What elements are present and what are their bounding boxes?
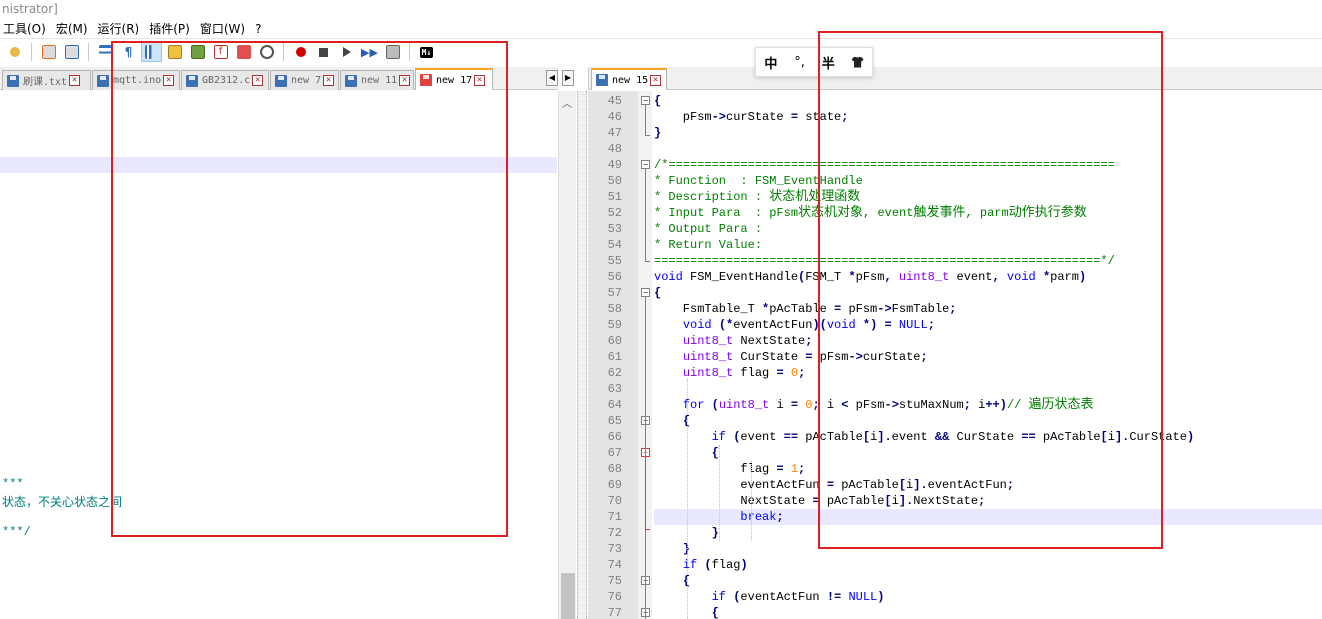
tab-shuake-txt[interactable]: 刷课.txt ✕ [2, 70, 91, 90]
left-vertical-scrollbar[interactable]: ︿ [558, 91, 576, 619]
line-number: 63 [607, 382, 622, 396]
line-number: 47 [607, 126, 622, 140]
fold-toggle-icon[interactable]: − [641, 96, 650, 105]
line-number: 45 [607, 94, 622, 108]
tab-label: new 15 [612, 74, 649, 86]
code-text: { [682, 574, 691, 588]
fold-end [645, 529, 650, 530]
line-number: 54 [607, 238, 622, 252]
annotation-box-right [818, 31, 1163, 549]
line-number: 69 [607, 478, 622, 492]
left-comment-line: 状态，不关心状态之间 [2, 495, 123, 509]
line-number: 58 [607, 302, 622, 316]
indent-guide [687, 379, 688, 619]
tab-label: 刷课.txt [23, 77, 68, 88]
code-line[interactable]: 74 if (flag) [588, 557, 1322, 573]
line-number: 46 [607, 110, 622, 124]
tab-scroll-right-icon[interactable]: ▶ [562, 70, 574, 86]
saved-file-icon [7, 74, 19, 87]
scroll-thumb[interactable] [561, 573, 575, 619]
line-number: 72 [607, 526, 622, 540]
line-number: 56 [607, 270, 622, 284]
tab-new-15[interactable]: new 15 ✕ [591, 68, 667, 90]
fold-toggle-icon[interactable]: − [641, 160, 650, 169]
line-number: 76 [607, 590, 622, 604]
fold-line [645, 169, 646, 261]
code-line[interactable]: 76 if (eventActFun != NULL) [588, 589, 1322, 605]
view-splitter[interactable] [577, 91, 587, 619]
fold-end [645, 135, 650, 136]
saved-file-icon [97, 74, 109, 87]
ime-mode-toggle[interactable]: 中 [764, 53, 777, 72]
saved-file-icon [596, 74, 608, 86]
line-number: 77 [607, 606, 622, 619]
menu-macro[interactable]: 宏(M) [53, 20, 95, 37]
close-icon[interactable]: ✕ [650, 74, 662, 86]
indent-guide [719, 445, 720, 541]
fold-end [645, 261, 650, 262]
line-number: 57 [607, 286, 622, 300]
line-number: 49 [607, 158, 622, 172]
sync-vertical-icon[interactable] [38, 42, 59, 62]
line-number: 65 [607, 414, 622, 428]
menu-help[interactable]: ? [252, 22, 268, 36]
line-number: 73 [607, 542, 622, 556]
find-replace-icon[interactable] [4, 42, 25, 62]
indent-guide [751, 461, 752, 541]
fold-line [645, 457, 646, 529]
line-number: 71 [607, 510, 622, 524]
code-text: if (eventActFun != NULL) [711, 590, 885, 604]
window-title: nistrator] [0, 0, 1322, 18]
ime-punct-toggle[interactable]: °, [794, 55, 805, 70]
line-number: 68 [607, 462, 622, 476]
code-text: { [711, 606, 719, 619]
line-number: 67 [607, 446, 622, 460]
menu-tools[interactable]: 工具(O) [0, 20, 53, 37]
sync-horizontal-icon[interactable] [61, 42, 82, 62]
code-line[interactable]: 75− { [588, 573, 1322, 589]
line-number: 52 [607, 206, 622, 220]
line-number: 50 [607, 174, 622, 188]
line-number: 75 [607, 574, 622, 588]
fold-line [645, 105, 646, 135]
line-number: 64 [607, 398, 622, 412]
menu-plugins[interactable]: 插件(P) [146, 20, 197, 37]
menu-run[interactable]: 运行(R) [95, 20, 147, 37]
code-text: if (flag) [682, 558, 748, 572]
code-line[interactable]: 77− { [588, 605, 1322, 619]
tab-scroll-left-icon[interactable]: ◀ [546, 70, 558, 86]
line-number: 61 [607, 350, 622, 364]
line-number: 59 [607, 318, 622, 332]
line-number: 74 [607, 558, 622, 572]
line-number: 62 [607, 366, 622, 380]
line-number: 53 [607, 222, 622, 236]
line-number: 48 [607, 142, 622, 156]
line-number: 51 [607, 190, 622, 204]
close-icon[interactable]: ✕ [69, 75, 81, 86]
annotation-box-left [111, 41, 508, 537]
line-number: 66 [607, 430, 622, 444]
line-number: 60 [607, 334, 622, 348]
scroll-up-icon[interactable]: ︿ [562, 95, 572, 110]
line-number: 70 [607, 494, 622, 508]
line-number: 55 [607, 254, 622, 268]
left-comment-line: *** [2, 477, 24, 491]
menu-window[interactable]: 窗口(W) [197, 20, 252, 37]
left-comment-line: ***/ [2, 525, 31, 539]
fold-toggle-icon[interactable]: − [641, 288, 650, 297]
